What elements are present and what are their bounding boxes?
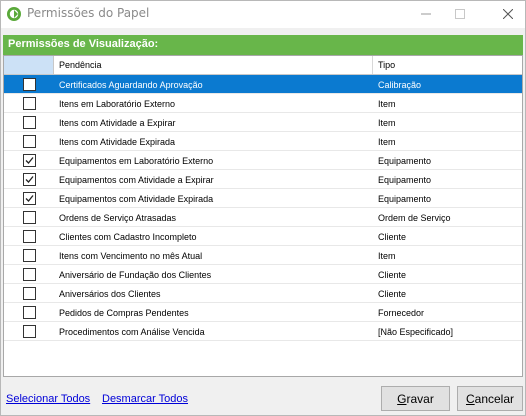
cell-pendencia: Equipamentos com Atividade a Expirar <box>59 175 214 185</box>
cell-tipo: Cliente <box>378 289 407 299</box>
select-all-link[interactable]: Selecionar Todos <box>6 393 90 405</box>
column-header-pendencia[interactable]: Pendência <box>54 56 373 74</box>
cell-pendencia: Clientes com Cadastro Incompleto <box>59 232 197 242</box>
unselect-all-link[interactable]: Desmarcar Todos <box>102 393 188 405</box>
app-logo-icon <box>7 7 21 21</box>
minimize-button[interactable] <box>409 1 443 27</box>
column-header-tipo[interactable]: Tipo <box>373 56 522 74</box>
row-check-cell <box>4 151 54 169</box>
row-check-cell <box>4 303 54 321</box>
row-check-cell <box>4 265 54 283</box>
row-checkbox[interactable] <box>23 211 36 224</box>
table-row[interactable]: Equipamentos em Laboratório Externo Equip… <box>4 151 522 170</box>
cell-tipo: Cliente <box>378 232 407 242</box>
row-checkbox[interactable] <box>23 116 36 129</box>
cell-pendencia: Itens com Atividade Expirada <box>59 137 176 147</box>
row-check-cell <box>4 322 54 340</box>
cell-tipo: Equipamento <box>378 156 432 166</box>
cell-tipo: [Não Especificado] <box>378 327 454 337</box>
minimize-icon <box>421 13 431 15</box>
row-check-cell <box>4 284 54 302</box>
save-button-label: ravar <box>406 391 434 406</box>
grid-rows: Certificados Aguardando Aprovação Calibra… <box>4 75 522 341</box>
cell-pendencia: Aniversário de Fundação dos Clientes <box>59 270 212 280</box>
cell-tipo: Equipamento <box>378 175 432 185</box>
row-check-cell <box>4 170 54 188</box>
row-checkbox[interactable] <box>23 230 36 243</box>
row-check-cell <box>4 227 54 245</box>
table-row[interactable]: Equipamentos com Atividade a Expirar Equi… <box>4 170 522 189</box>
save-button[interactable]: Gravar <box>381 386 450 411</box>
table-row[interactable]: Ordens de Serviço Atrasadas Ordem de Serv… <box>4 208 522 227</box>
row-checkbox[interactable] <box>23 97 36 110</box>
row-checkbox[interactable] <box>23 154 36 167</box>
row-checkbox[interactable] <box>23 135 36 148</box>
cell-pendencia: Pedidos de Compras Pendentes <box>59 308 189 318</box>
table-row[interactable]: Clientes com Cadastro Incompleto Cliente <box>4 227 522 246</box>
cell-tipo: Item <box>378 118 396 128</box>
cell-pendencia: Itens com Atividade a Expirar <box>59 118 176 128</box>
row-check-cell <box>4 113 54 131</box>
table-row[interactable]: Itens com Atividade a Expirar Item <box>4 113 522 132</box>
row-checkbox[interactable] <box>23 192 36 205</box>
row-check-cell <box>4 208 54 226</box>
maximize-icon <box>455 9 465 19</box>
table-row[interactable]: Pedidos de Compras Pendentes Fornecedor <box>4 303 522 322</box>
save-button-mnemonic: G <box>397 391 407 406</box>
row-checkbox[interactable] <box>23 306 36 319</box>
cell-pendencia: Ordens de Serviço Atrasadas <box>59 213 177 223</box>
section-title: Permissões de Visualização: <box>3 35 523 55</box>
table-row[interactable]: Itens com Vencimento no mês Atual Item <box>4 246 522 265</box>
row-check-cell <box>4 189 54 207</box>
cell-tipo: Item <box>378 99 396 109</box>
cell-pendencia: Equipamentos com Atividade Expirada <box>59 194 214 204</box>
table-row[interactable]: Equipamentos com Atividade Expirada Equip… <box>4 189 522 208</box>
cell-pendencia: Equipamentos em Laboratório Externo <box>59 156 214 166</box>
checkmark-icon <box>25 176 34 183</box>
permissions-grid[interactable]: Pendência Tipo Certificados Aguardando A… <box>3 55 523 377</box>
permissions-dialog: Permissões do Papel Permissões de Visual… <box>0 0 526 416</box>
cancel-button[interactable]: Cancelar <box>457 386 523 411</box>
cell-tipo: Item <box>378 251 396 261</box>
table-row[interactable]: Aniversários dos Clientes Cliente <box>4 284 522 303</box>
maximize-button[interactable] <box>443 1 477 27</box>
checkmark-icon <box>25 157 34 164</box>
grid-header: Pendência Tipo <box>4 56 522 75</box>
cell-tipo: Cliente <box>378 270 407 280</box>
cell-tipo: Fornecedor <box>378 308 425 318</box>
cell-pendencia: Itens em Laboratório Externo <box>59 99 176 109</box>
row-checkbox[interactable] <box>23 173 36 186</box>
table-row[interactable]: Certificados Aguardando Aprovação Calibra… <box>4 75 522 94</box>
cell-pendencia: Aniversários dos Clientes <box>59 289 161 299</box>
cancel-button-label: ancelar <box>474 391 515 406</box>
cell-tipo: Equipamento <box>378 194 432 204</box>
title-bar: Permissões do Papel <box>1 1 525 28</box>
row-checkbox[interactable] <box>23 325 36 338</box>
row-checkbox[interactable] <box>23 249 36 262</box>
table-row[interactable]: Itens com Atividade Expirada Item <box>4 132 522 151</box>
cell-tipo: Item <box>378 137 396 147</box>
window-title: Permissões do Papel <box>27 6 150 20</box>
row-checkbox[interactable] <box>23 287 36 300</box>
row-checkbox[interactable] <box>23 268 36 281</box>
cancel-button-mnemonic: C <box>465 391 475 406</box>
cell-pendencia: Procedimentos com Análise Vencida <box>59 327 205 337</box>
table-row[interactable]: Itens em Laboratório Externo Item <box>4 94 522 113</box>
header-check-column[interactable] <box>4 56 54 74</box>
cell-pendencia: Certificados Aguardando Aprovação <box>59 80 203 90</box>
cell-tipo: Ordem de Serviço <box>378 213 451 223</box>
close-icon <box>503 9 513 19</box>
row-check-cell <box>4 246 54 264</box>
close-button[interactable] <box>491 1 525 27</box>
cell-pendencia: Itens com Vencimento no mês Atual <box>59 251 203 261</box>
row-check-cell <box>4 94 54 112</box>
cell-tipo: Calibração <box>378 80 422 90</box>
table-row[interactable]: Procedimentos com Análise Vencida [Não Es… <box>4 322 522 341</box>
row-check-cell <box>4 75 54 93</box>
table-row[interactable]: Aniversário de Fundação dos Clientes Clie… <box>4 265 522 284</box>
row-checkbox[interactable] <box>23 78 36 91</box>
row-check-cell <box>4 132 54 150</box>
checkmark-icon <box>25 195 34 202</box>
